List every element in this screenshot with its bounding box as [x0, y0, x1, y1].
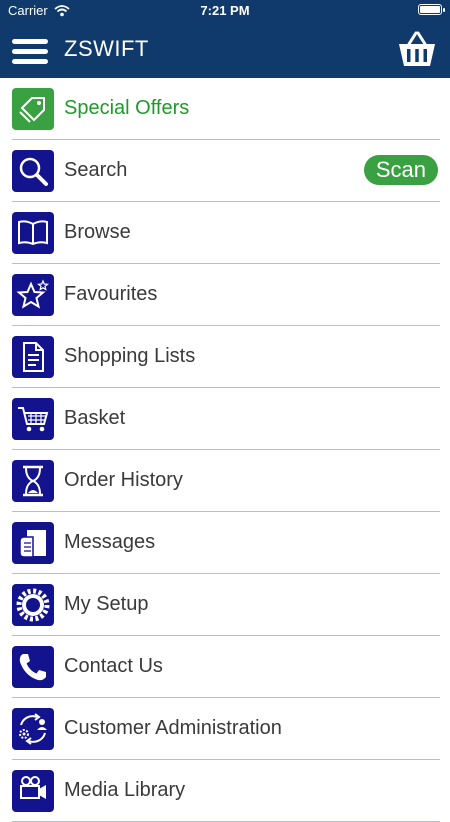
- media-icon: [12, 769, 54, 812]
- menu-item-media-library[interactable]: Media Library: [12, 760, 440, 822]
- cart-icon: [12, 397, 54, 440]
- menu-item-label: Favourites: [64, 283, 158, 305]
- menu-item-label: Order History: [64, 469, 183, 491]
- menu-item-browse[interactable]: Browse: [12, 202, 440, 264]
- menu-item-order-history[interactable]: Order History: [12, 450, 440, 512]
- menu-item-basket[interactable]: Basket: [12, 388, 440, 450]
- hourglass-icon: [12, 459, 54, 502]
- users-icon: [12, 707, 54, 750]
- menu-item-label: My Setup: [64, 593, 149, 615]
- menu-item-special-offers[interactable]: Special Offers: [12, 78, 440, 140]
- menu-item-label: Special Offers: [64, 97, 190, 119]
- menu-item-label: Media Library: [64, 779, 186, 801]
- menu-item-contact-us[interactable]: Contact Us: [12, 636, 440, 698]
- menu-item-customer-administration[interactable]: Customer Administration: [12, 698, 440, 760]
- menu-item-label: Browse: [64, 221, 131, 243]
- search-icon: [12, 149, 54, 192]
- menu-item-label: Customer Administration: [64, 717, 282, 739]
- scan-button[interactable]: Scan: [363, 155, 438, 185]
- menu-item-label: Messages: [64, 531, 156, 553]
- battery-icon: [418, 4, 445, 15]
- menu-item-my-setup[interactable]: My Setup: [12, 574, 440, 636]
- main-menu-list: Special Offers Search Scan Browse Favour…: [0, 78, 450, 822]
- status-bar: Carrier 7:21 PM: [0, 0, 450, 22]
- menu-item-label: Basket: [64, 407, 126, 429]
- menu-item-shopping-lists[interactable]: Shopping Lists: [12, 326, 440, 388]
- menu-item-label: Shopping Lists: [64, 345, 196, 367]
- message-icon: [12, 521, 54, 564]
- clock: 7:21 PM: [200, 3, 250, 18]
- star-icon: [12, 273, 54, 316]
- phone-icon: [12, 645, 54, 688]
- app-title: ZSWIFT: [64, 36, 149, 61]
- menu-item-favourites[interactable]: Favourites: [12, 264, 440, 326]
- header-bar: ZSWIFT: [0, 22, 450, 78]
- gear-icon: [12, 583, 54, 626]
- menu-item-label: Contact Us: [64, 655, 163, 677]
- book-icon: [12, 211, 54, 254]
- menu-item-search[interactable]: Search Scan: [12, 140, 440, 202]
- menu-item-label: Search: [64, 159, 128, 181]
- document-icon: [12, 335, 54, 378]
- hamburger-menu-icon[interactable]: [12, 39, 48, 65]
- basket-icon[interactable]: [396, 30, 438, 70]
- menu-item-messages[interactable]: Messages: [12, 512, 440, 574]
- tag-icon: [12, 87, 54, 130]
